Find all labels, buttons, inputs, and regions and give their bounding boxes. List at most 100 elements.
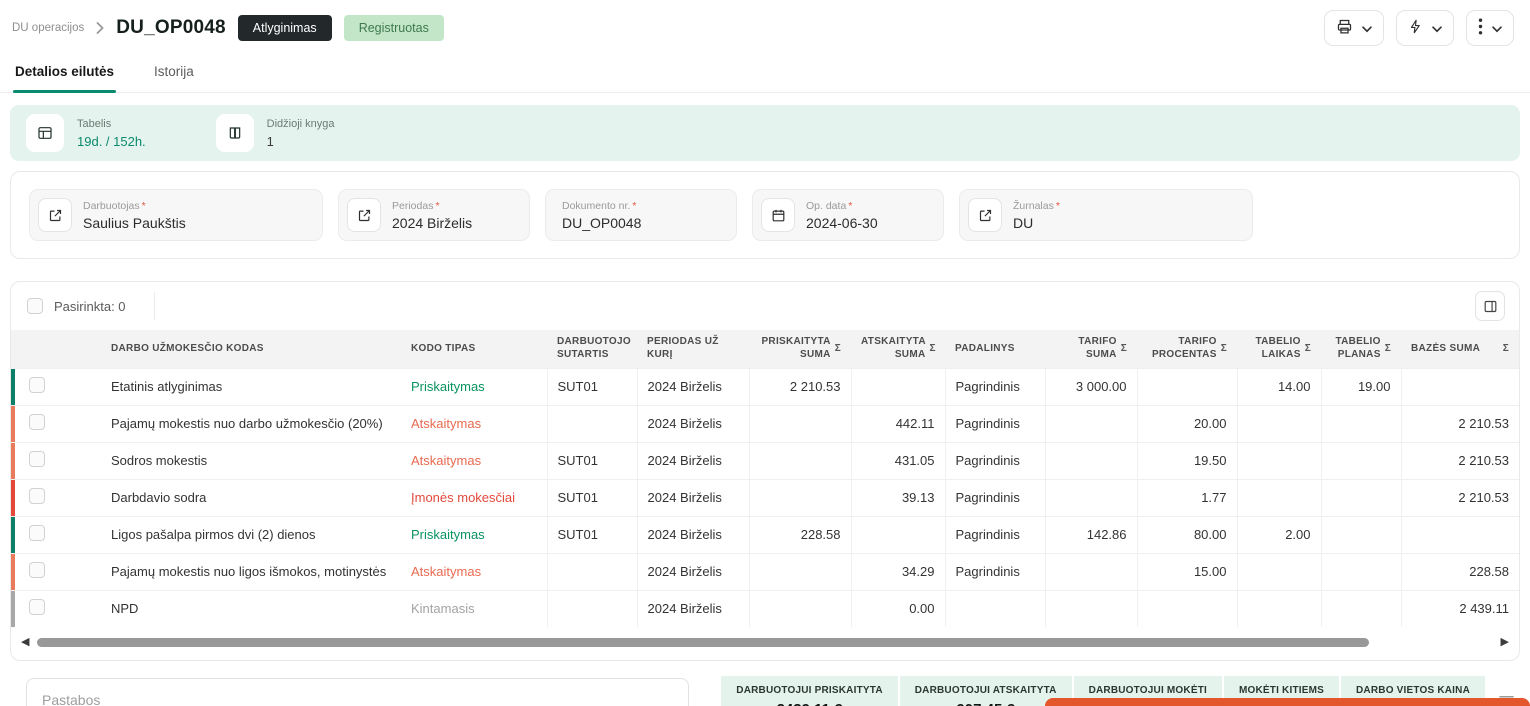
banner-item-didzioji-knyga: Didžioji knyga 1 xyxy=(215,114,335,152)
table-row[interactable]: Darbdavio sodra Įmonės mokesčiai SUT01 2024… xyxy=(11,478,1519,516)
field-label: Op. data * xyxy=(806,199,853,212)
row-checkbox[interactable] xyxy=(29,488,45,504)
column-header[interactable]: TABELIO LAIKAS Σ xyxy=(1237,330,1321,368)
column-header[interactable]: TABELIO PLANAS Σ xyxy=(1321,330,1401,368)
column-header[interactable]: DARBO UŽMOKESČIO KODAS xyxy=(91,330,401,368)
cell-type: Atskaitymas xyxy=(401,404,547,442)
bottom-orange-bar[interactable] xyxy=(1045,698,1530,706)
kebab-icon xyxy=(1478,18,1483,38)
cell-priskaityta xyxy=(748,589,851,627)
cell-padalinys: Pagrindinis xyxy=(944,441,1045,479)
tab-detail-lines[interactable]: Detalios eilutės xyxy=(13,54,117,93)
cell-type: Priskaitymas xyxy=(401,515,547,553)
cell-tabelio_planas xyxy=(1320,589,1401,627)
row-select-cell xyxy=(11,404,91,442)
column-header[interactable]: PADALINYS xyxy=(945,330,1045,368)
sum-icon: Σ xyxy=(1384,343,1391,355)
summary-label: DARBO VIETOS KAINA xyxy=(1356,684,1470,696)
column-settings-button[interactable] xyxy=(1475,291,1505,321)
cell-tarifo_procentas xyxy=(1136,589,1237,627)
timesheet-icon xyxy=(26,114,64,152)
tab-history[interactable]: Istorija xyxy=(152,54,196,92)
cell-tabelio_planas xyxy=(1320,441,1401,479)
horizontal-scrollbar: ◀ ▶ xyxy=(11,627,1519,660)
field-dokumento-nr[interactable]: Dokumento nr. * DU_OP0048 xyxy=(545,189,737,241)
row-checkbox[interactable] xyxy=(29,599,45,616)
field-periodas[interactable]: Periodas * 2024 Birželis xyxy=(338,189,530,241)
status-badge: Registruotas xyxy=(343,14,444,42)
field-op-data[interactable]: Op. data * 2024-06-30 xyxy=(752,189,944,241)
column-header[interactable]: PRISKAITYTA SUMA Σ xyxy=(749,330,851,368)
topbar: DU operacijos DU_OP0048 Atlyginimas Regi… xyxy=(0,0,1530,50)
row-checkbox[interactable] xyxy=(29,414,45,430)
table-row[interactable]: Pajamų mokestis nuo darbo užmokesčio (20… xyxy=(11,404,1519,442)
column-header[interactable]: DARBUOTOJO SUTARTIS xyxy=(547,330,637,368)
cell-period: 2024 Birželis xyxy=(636,404,749,442)
payroll-lines-table: DARBO UŽMOKESČIO KODAS KODO TIPAS DARBUOTO… xyxy=(11,330,1519,627)
table-row[interactable]: Sodros mokestis Atskaitymas SUT01 2024 Birž… xyxy=(11,441,1519,479)
column-header[interactable]: TARIFO PROCENTAS Σ xyxy=(1137,330,1237,368)
field-value: Saulius Paukštis xyxy=(83,214,186,231)
row-select-cell xyxy=(11,552,91,590)
row-checkbox[interactable] xyxy=(29,525,45,541)
cell-padalinys: Pagrindinis xyxy=(944,478,1045,516)
banner-label: Tabelis xyxy=(77,117,112,130)
field-zurnalas[interactable]: Žurnalas * DU xyxy=(959,189,1253,241)
cell-type: Atskaitymas xyxy=(401,441,547,479)
breadcrumb[interactable]: DU operacijos xyxy=(12,22,84,34)
table-row[interactable]: Pajamų mokestis nuo ligos išmokos, motin… xyxy=(11,552,1519,590)
row-checkbox[interactable] xyxy=(29,451,45,467)
row-checkbox[interactable] xyxy=(29,562,45,578)
cell-type: Įmonės mokesčiai xyxy=(401,478,547,516)
cell-contract: SUT01 xyxy=(546,367,637,405)
sum-icon: Σ xyxy=(1502,343,1509,355)
cell-padalinys xyxy=(944,589,1045,627)
cell-tarifo_procentas: 80.00 xyxy=(1136,515,1237,553)
banner-value: 1 xyxy=(266,133,274,149)
row-accent-bar xyxy=(11,369,15,405)
chevron-down-icon xyxy=(1492,21,1502,36)
column-header[interactable]: PERIODAS UŽ KURĮ xyxy=(637,330,749,368)
notes-input[interactable] xyxy=(26,678,689,706)
scroll-right-arrow[interactable]: ▶ xyxy=(1501,637,1509,648)
table-row[interactable]: NPD Kintamasis 2024 Birželis 0.00 2 439.11 xyxy=(11,589,1519,627)
scrollbar-thumb[interactable] xyxy=(37,638,1369,647)
selection-info: Pasirinkta: 0 xyxy=(27,292,155,320)
cell-tabelio_laikas xyxy=(1236,589,1321,627)
cell-contract: SUT01 xyxy=(546,441,637,479)
column-header[interactable]: TARIFO SUMA Σ xyxy=(1045,330,1137,368)
select-all-checkbox[interactable] xyxy=(27,298,43,314)
more-menu-button[interactable] xyxy=(1466,10,1514,46)
cell-priskaityta xyxy=(748,478,851,516)
table-row[interactable]: Ligos pašalpa pirmos dvi (2) dienos Prisk… xyxy=(11,515,1519,553)
cell-period: 2024 Birželis xyxy=(636,367,749,405)
column-header[interactable]: ATSKAITYTA SUMA Σ xyxy=(851,330,945,368)
row-select-cell xyxy=(11,515,91,553)
cell-priskaityta xyxy=(748,441,851,479)
table-row[interactable]: Etatinis atlyginimas Priskaitymas SUT01 202… xyxy=(11,367,1519,405)
cell-code: Pajamų mokestis nuo ligos išmokos, motin… xyxy=(91,552,401,590)
column-header[interactable]: BAZĖS SUMA Σ xyxy=(1401,330,1519,368)
row-select-cell xyxy=(11,367,91,405)
cell-contract xyxy=(546,552,637,590)
print-button[interactable] xyxy=(1324,10,1384,46)
external-link-icon xyxy=(347,198,381,232)
sum-icon: Σ xyxy=(1304,343,1311,355)
scroll-left-arrow[interactable]: ◀ xyxy=(21,637,29,648)
cell-priskaityta: 228.58 xyxy=(748,515,851,553)
scrollbar-track[interactable] xyxy=(37,638,1492,647)
cell-contract xyxy=(546,404,637,442)
quick-actions-button[interactable] xyxy=(1396,10,1454,46)
cell-tabelio_laikas: 14.00 xyxy=(1236,367,1321,405)
tabs: Detalios eilutės Istorija xyxy=(0,54,1530,93)
field-value: DU xyxy=(1013,214,1034,231)
column-header[interactable]: KODO TIPAS xyxy=(401,330,547,368)
cell-type: Priskaitymas xyxy=(401,367,547,405)
field-darbuotojas[interactable]: Darbuotojas * Saulius Paukštis xyxy=(29,189,323,241)
row-checkbox[interactable] xyxy=(29,377,45,393)
cell-padalinys: Pagrindinis xyxy=(944,515,1045,553)
cell-period: 2024 Birželis xyxy=(636,441,749,479)
summary-card-priskaityta: DARBUOTOJUI PRISKAITYTA 2439.11 € xyxy=(721,676,898,706)
table-header-row: DARBO UŽMOKESČIO KODAS KODO TIPAS DARBUOTO… xyxy=(11,330,1519,368)
cell-padalinys: Pagrindinis xyxy=(944,404,1045,442)
